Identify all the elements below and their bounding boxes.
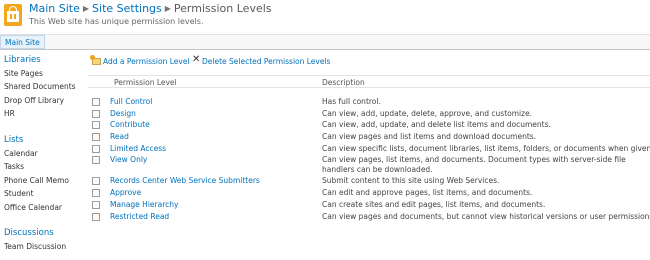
- row-checkbox[interactable]: [92, 133, 100, 142]
- permission-level-description: Can view specific lists, document librar…: [322, 143, 650, 153]
- permission-level-description: Can edit and approve pages, list items, …: [322, 188, 533, 198]
- permission-level-link[interactable]: View Only: [110, 155, 147, 164]
- row-checkbox[interactable]: [92, 189, 100, 198]
- table-row: Read Can view pages and list items and d…: [88, 132, 650, 144]
- table-row: Approve Can edit and approve pages, list…: [88, 188, 650, 200]
- ql-item-student[interactable]: Student: [4, 189, 34, 198]
- top-navigation: Main Site: [0, 34, 650, 50]
- permission-level-link[interactable]: Restricted Read: [110, 212, 169, 221]
- breadcrumb-separator-icon: ▶: [164, 4, 171, 13]
- ql-item-shared-documents[interactable]: Shared Documents: [4, 82, 76, 91]
- ql-item-phone-call-memo[interactable]: Phone Call Memo: [4, 176, 69, 185]
- row-checkbox[interactable]: [92, 109, 100, 118]
- delete-x-icon[interactable]: ✕: [192, 55, 200, 65]
- permission-level-description: Can view, add, update, delete, approve, …: [322, 108, 533, 118]
- quick-launch: Libraries Site Pages Shared Documents Dr…: [0, 50, 88, 260]
- table-row: Manage Hierarchy Can create sites and ed…: [88, 200, 650, 212]
- ql-item-hr[interactable]: HR: [4, 109, 15, 118]
- permission-level-description: Can view pages and documents, but cannot…: [322, 211, 650, 221]
- title-area: Main Site ▶ Site Settings ▶ Permission Level…: [0, 0, 650, 34]
- permission-level-link[interactable]: Full Control: [110, 97, 152, 106]
- permission-level-description: Can view pages and list items and downlo…: [322, 132, 537, 142]
- ql-item-office-calendar[interactable]: Office Calendar: [4, 203, 62, 212]
- row-checkbox[interactable]: [92, 212, 100, 221]
- ql-item-team-discussion[interactable]: Team Discussion: [4, 242, 66, 251]
- breadcrumb-site-settings[interactable]: Site Settings: [92, 2, 162, 15]
- table-row: Contribute Can view, add, update, and de…: [88, 120, 650, 132]
- permission-level-link[interactable]: Manage Hierarchy: [110, 200, 178, 209]
- ql-heading-libraries[interactable]: Libraries: [4, 55, 41, 65]
- table-row: Limited Access Can view specific lists, …: [88, 144, 650, 156]
- permission-level-description: Has full control.: [322, 97, 381, 106]
- ql-item-calendar[interactable]: Calendar: [4, 149, 38, 158]
- row-checkbox[interactable]: [92, 98, 100, 106]
- breadcrumb: Main Site ▶ Site Settings ▶ Permission Level…: [29, 2, 272, 17]
- permission-level-description: Submit content to this site using Web Se…: [322, 176, 500, 186]
- table-row: Restricted Read Can view pages and docum…: [88, 212, 650, 224]
- row-checkbox[interactable]: [92, 156, 100, 165]
- row-checkbox[interactable]: [92, 177, 100, 186]
- delete-permission-levels-button[interactable]: Delete Selected Permission Levels: [202, 57, 330, 66]
- column-header-description[interactable]: Description: [322, 78, 365, 87]
- permission-level-link[interactable]: Read: [110, 132, 129, 141]
- toolbar: Add a Permission Level ✕ Delete Selected…: [88, 55, 650, 70]
- permission-level-link[interactable]: Approve: [110, 188, 141, 197]
- row-checkbox[interactable]: [92, 144, 100, 153]
- permission-level-description: Can create sites and edit pages, list it…: [322, 199, 546, 209]
- site-description: This Web site has unique permission leve…: [29, 17, 204, 26]
- permission-level-description: Can view, add, update, and delete list i…: [322, 120, 551, 130]
- ql-heading-lists[interactable]: Lists: [4, 135, 23, 145]
- permission-level-link[interactable]: Limited Access: [110, 144, 166, 153]
- grid-header: Permission Level Description: [88, 75, 650, 88]
- ql-item-site-pages[interactable]: Site Pages: [4, 69, 43, 78]
- table-row: Full Control Has full control.: [88, 97, 650, 109]
- permission-level-link[interactable]: Design: [110, 109, 136, 118]
- row-checkbox[interactable]: [92, 200, 100, 209]
- bag-body-shape: [7, 11, 19, 22]
- page-title: Permission Levels: [173, 2, 272, 15]
- permission-level-link[interactable]: Records Center Web Service Submitters: [110, 176, 260, 185]
- breadcrumb-main-site[interactable]: Main Site: [29, 2, 80, 15]
- ql-item-drop-off-library[interactable]: Drop Off Library: [4, 96, 64, 105]
- ql-heading-discussions[interactable]: Discussions: [4, 228, 54, 238]
- permission-level-link[interactable]: Contribute: [110, 120, 150, 129]
- add-permission-level-button[interactable]: Add a Permission Level: [103, 57, 190, 66]
- column-header-permission-level[interactable]: Permission Level: [114, 78, 177, 87]
- main-content: Add a Permission Level ✕ Delete Selected…: [88, 50, 650, 260]
- topnav-tab-main-site[interactable]: Main Site: [0, 35, 45, 49]
- row-checkbox[interactable]: [92, 121, 100, 130]
- table-row: View Only Can view pages, list items, an…: [88, 155, 650, 176]
- add-permission-level-icon[interactable]: [90, 55, 101, 65]
- shopping-bag-icon[interactable]: [4, 4, 22, 26]
- ql-item-tasks[interactable]: Tasks: [4, 162, 24, 171]
- breadcrumb-separator-icon: ▶: [82, 4, 90, 13]
- table-row: Records Center Web Service Submitters Su…: [88, 176, 650, 188]
- permission-level-description: Can view pages, list items, and document…: [322, 155, 626, 174]
- table-row: Design Can view, add, update, delete, ap…: [88, 109, 650, 121]
- permission-levels-list: Full Control Has full control. Design Ca…: [88, 97, 650, 223]
